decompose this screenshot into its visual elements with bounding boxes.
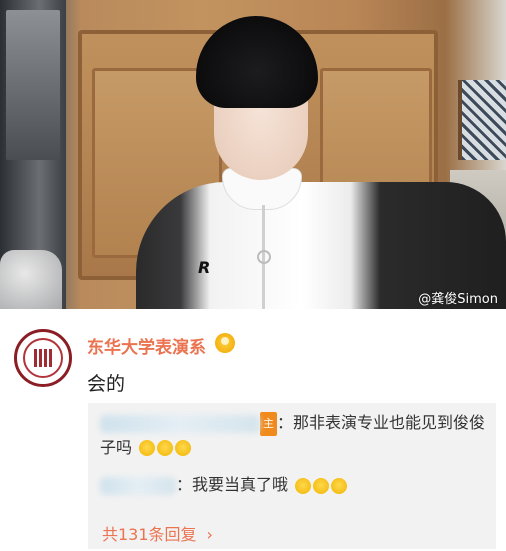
author-badge: 主: [260, 411, 277, 436]
view-all-replies-link[interactable]: 共131条回复 ›: [102, 521, 213, 545]
university-seal-icon: [34, 349, 52, 367]
blurred-username: [100, 476, 176, 495]
grimace-emoji-icon: [139, 440, 156, 456]
avatar[interactable]: [14, 329, 72, 387]
chevron-right-icon: ›: [206, 525, 213, 544]
plastic-bag: [0, 250, 62, 309]
comment-card: 东华大学表演系 会的 主：那非表演专业也能见到俊俊子吗 ：我要当真了哦 共131…: [0, 309, 506, 551]
jacket-logo: R: [198, 258, 211, 277]
reply-item: ：我要当真了哦: [100, 473, 490, 497]
comment-username[interactable]: 东华大学表演系: [87, 333, 206, 358]
smile-emoji-icon: [331, 477, 348, 494]
zipper-ring: [257, 250, 271, 264]
crown-badge-icon: [215, 333, 235, 353]
more-replies-label: 共131条回复: [102, 525, 197, 544]
weibo-watermark: @龚俊Simon: [418, 292, 498, 307]
selfie-photo[interactable]: R @龚俊Simon: [0, 0, 506, 309]
reply-thread[interactable]: 主：那非表演专业也能见到俊俊子吗 ：我要当真了哦 共131条回复 ›: [88, 403, 496, 549]
fridge-door: [6, 10, 60, 160]
reply-text: ：我要当真了哦: [176, 475, 289, 494]
reply-item: 主：那非表演专业也能见到俊俊子吗: [100, 411, 490, 460]
grimace-emoji-icon: [157, 440, 174, 456]
blurred-username: [100, 414, 260, 433]
smile-emoji-icon: [295, 477, 312, 494]
grimace-emoji-icon: [175, 440, 192, 456]
comment-text: 会的: [87, 373, 126, 395]
window: [458, 80, 506, 160]
smile-emoji-icon: [313, 477, 330, 494]
